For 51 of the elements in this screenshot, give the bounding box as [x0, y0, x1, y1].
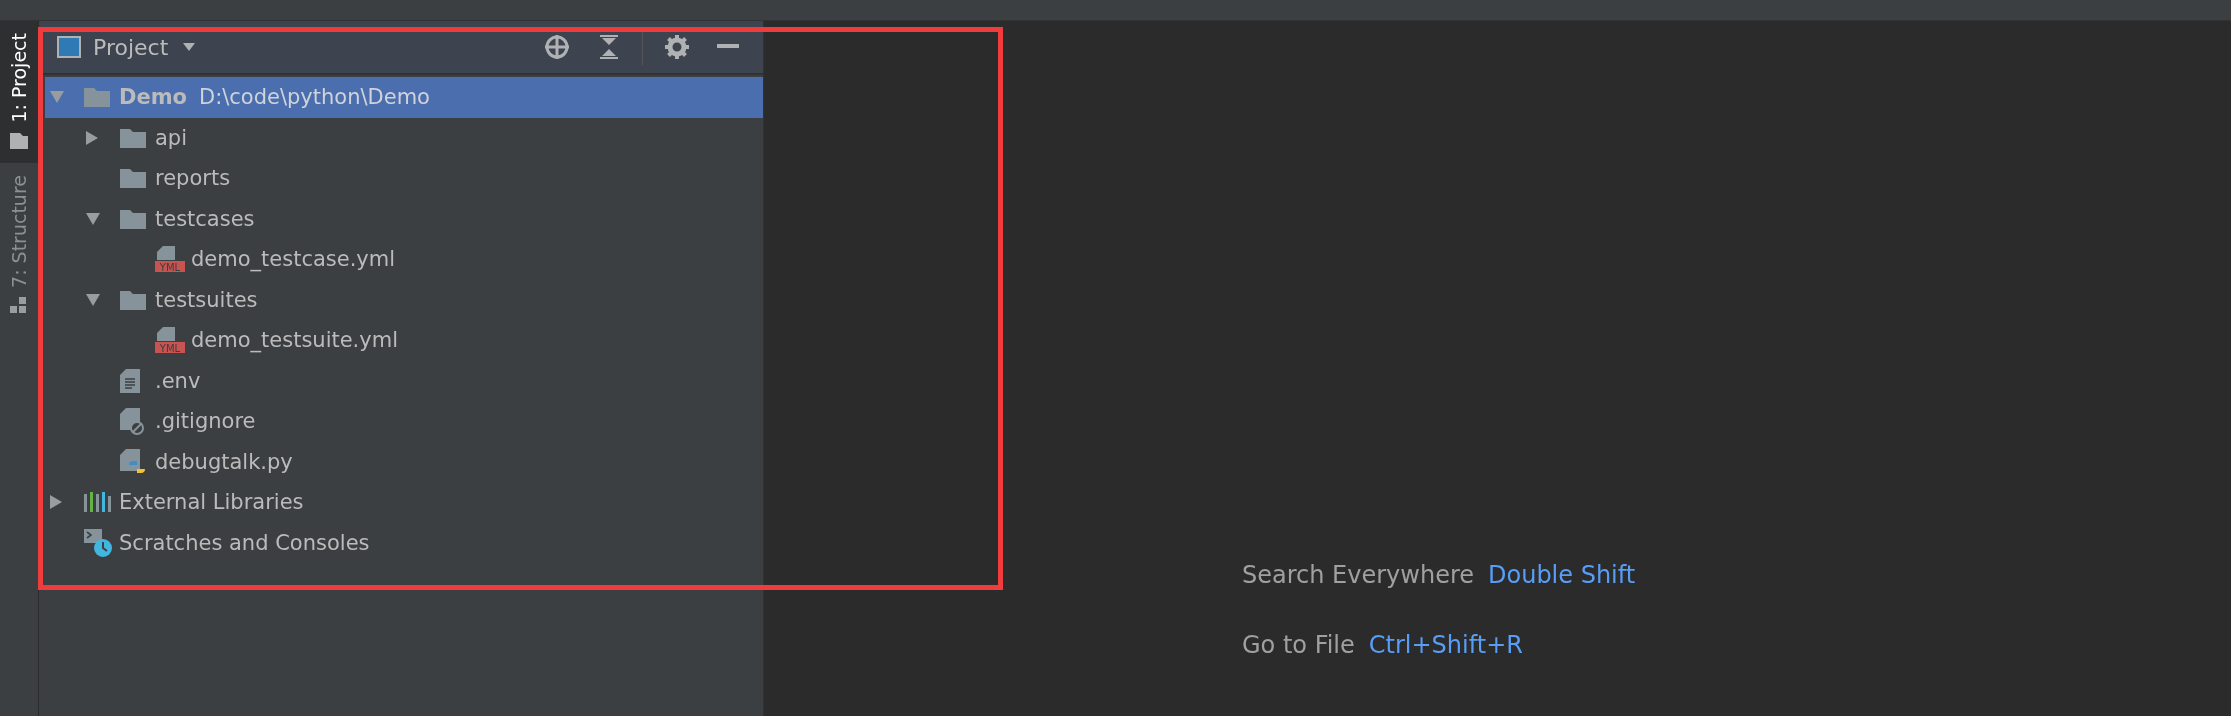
expanded-arrow-icon[interactable]	[85, 292, 101, 307]
hint-action: Go to File	[1242, 631, 1355, 659]
locate-icon[interactable]	[544, 34, 570, 60]
tree-row[interactable]: YML demo_testcase.yml	[45, 239, 763, 280]
structure-icon	[10, 297, 28, 314]
tree-row[interactable]: api	[45, 117, 763, 158]
node-label: debugtalk.py	[155, 449, 293, 474]
node-label: demo_testsuite.yml	[191, 328, 399, 353]
collapsed-arrow-icon[interactable]	[49, 494, 63, 511]
tool-window-tab[interactable]: 7: Structure	[0, 162, 38, 328]
hint-shortcut: Double Shift	[1488, 561, 1636, 589]
tree-row[interactable]: .gitignore	[45, 401, 763, 442]
tool-window-tab[interactable]: 1: Project	[0, 21, 38, 163]
tree-row[interactable]: testsuites	[45, 279, 763, 320]
collapse-all-icon[interactable]	[598, 34, 620, 60]
node-label: Demo	[119, 85, 187, 110]
node-label: testcases	[155, 206, 255, 231]
tree-row[interactable]: reports	[45, 158, 763, 199]
hint-shortcut: Ctrl+Shift+R	[1368, 631, 1523, 659]
tree-row[interactable]: debugtalk.py	[45, 441, 763, 482]
node-label: reports	[155, 166, 231, 191]
folder-icon	[83, 85, 111, 110]
tree-row[interactable]: Demo D:\code\python\Demo	[45, 77, 763, 118]
project-view-icon	[57, 36, 81, 58]
node-label: testsuites	[155, 287, 258, 312]
hint-action: Search Everywhere	[1242, 561, 1474, 589]
node-label: .env	[155, 368, 201, 393]
collapsed-arrow-icon[interactable]	[85, 129, 99, 146]
tree-row[interactable]: testcases	[45, 198, 763, 239]
python-file-icon	[119, 447, 147, 476]
text-file-icon	[119, 367, 141, 394]
node-label: demo_testcase.yml	[191, 247, 396, 272]
node-label: .gitignore	[155, 409, 256, 434]
tree-row[interactable]: External Libraries	[45, 482, 763, 523]
minimize-icon[interactable]	[717, 44, 739, 50]
settings-icon[interactable]	[665, 35, 689, 59]
ignored-file-icon	[119, 407, 145, 436]
node-label: Scratches and Consoles	[119, 530, 370, 555]
tree-row[interactable]: Scratches and Consoles	[45, 522, 763, 563]
folder-icon	[10, 132, 28, 149]
tree-row[interactable]: YML demo_testsuite.yml	[45, 320, 763, 361]
node-path: D:\code\python\Demo	[199, 85, 430, 110]
expanded-arrow-icon[interactable]	[85, 211, 101, 226]
libraries-icon	[83, 490, 111, 515]
caret-icon	[182, 42, 197, 52]
folder-icon	[119, 166, 147, 191]
node-label: External Libraries	[119, 490, 304, 515]
node-label: api	[155, 125, 188, 150]
view-dropdown[interactable]: Project	[89, 34, 201, 60]
tree-row[interactable]: .env	[45, 360, 763, 401]
console-clock-icon	[83, 527, 113, 558]
